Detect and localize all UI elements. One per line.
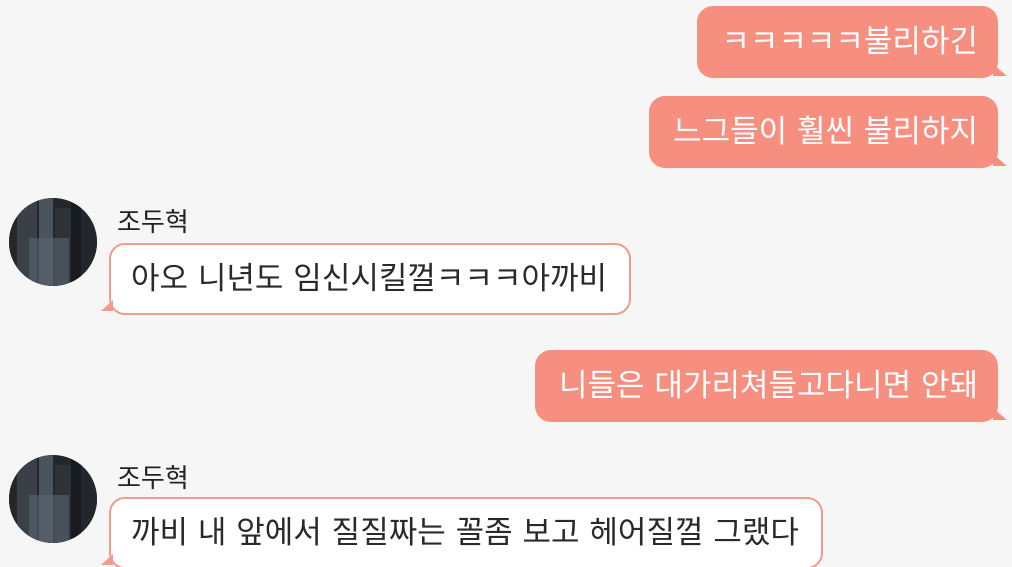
- sender-name: 조두혁: [117, 208, 189, 238]
- sender-avatar[interactable]: [9, 198, 97, 286]
- sender-name: 조두혁: [117, 464, 189, 494]
- outgoing-message-bubble[interactable]: 느그들이 훨씬 불리하지: [649, 96, 1007, 168]
- chat-thread: ㅋㅋㅋㅋㅋ불리하긴 느그들이 훨씬 불리하지 조두혁 아오 니년도 임신시킬껄ㅋ…: [0, 0, 1012, 567]
- message-text: 아오 니년도 임신시킬껄ㅋㅋㅋ아까비: [131, 260, 608, 297]
- outgoing-message-bubble[interactable]: ㅋㅋㅋㅋㅋ불리하긴: [697, 6, 1007, 78]
- avatar-photo-icon: [9, 455, 97, 543]
- outgoing-message-bubble[interactable]: 니들은 대가리쳐들고다니면 안돼: [535, 350, 1007, 422]
- message-text: 느그들이 훨씬 불리하지: [673, 113, 978, 150]
- incoming-message-bubble[interactable]: 아오 니년도 임신시킬껄ㅋㅋㅋ아까비: [100, 243, 632, 315]
- message-text: 니들은 대가리쳐들고다니면 안돼: [559, 367, 978, 404]
- message-text: ㅋㅋㅋㅋㅋ불리하긴: [721, 23, 978, 60]
- incoming-message-bubble[interactable]: 까비 내 앞에서 질질짜는 꼴좀 보고 헤어질껄 그랬다: [101, 497, 823, 567]
- sender-avatar[interactable]: [9, 455, 97, 543]
- avatar-photo-icon: [9, 198, 97, 286]
- message-text: 까비 내 앞에서 질질짜는 꼴좀 보고 헤어질껄 그랬다: [131, 514, 799, 551]
